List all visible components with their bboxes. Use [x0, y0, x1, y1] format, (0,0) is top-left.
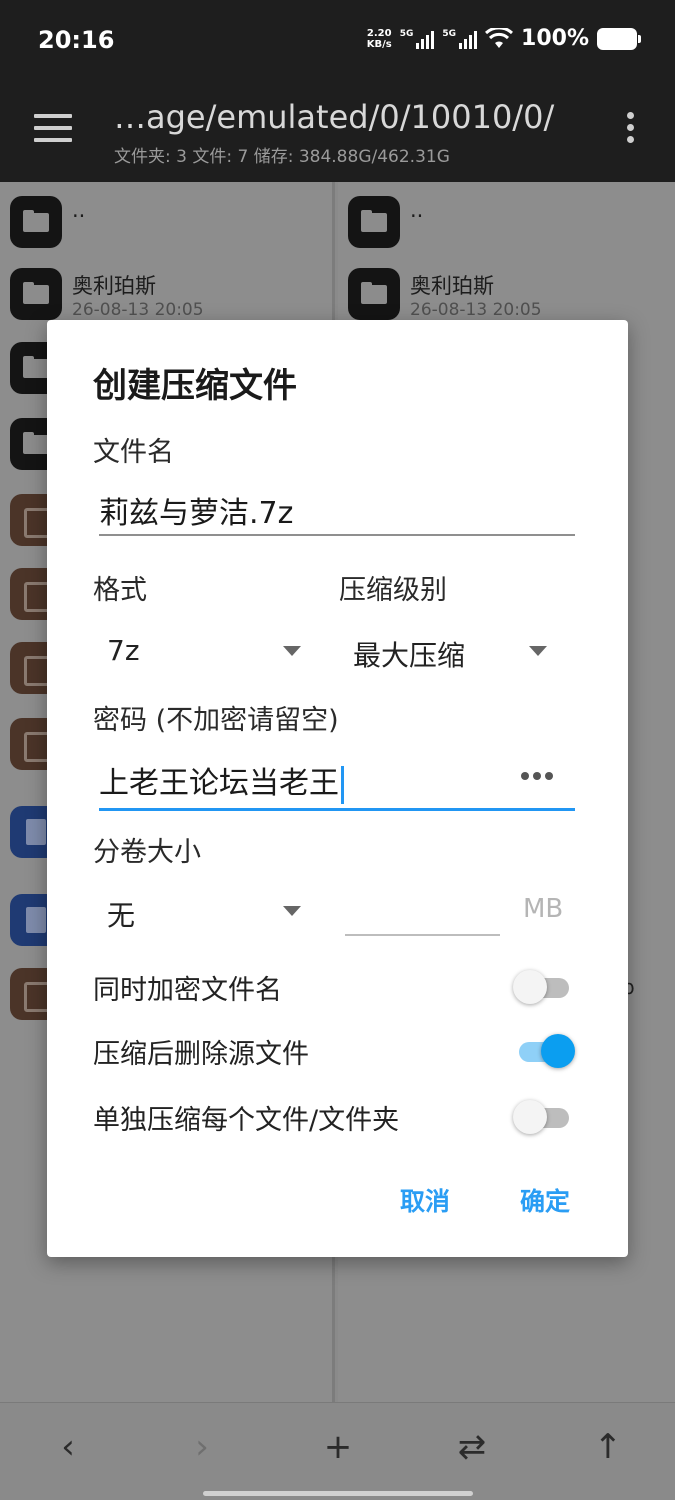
forward-icon[interactable]: › [172, 1427, 232, 1467]
status-bar: 20:16 2.20 KB/s 5G 5G 100% [0, 0, 675, 84]
folder-icon [10, 268, 62, 320]
password-field[interactable]: 上老王论坛当老王 [99, 758, 344, 804]
dialog-title: 创建压缩文件 [93, 366, 297, 406]
app-bar: …age/emulated/0/10010/0/ 文件夹: 3 文件: 7 储存… [0, 84, 675, 182]
status-icons: 2.20 KB/s 5G 5G 100% [366, 26, 641, 51]
folder-icon [348, 196, 400, 248]
password-underline [99, 808, 575, 811]
volume-unit: MB [523, 894, 564, 924]
level-label: 压缩级别 [339, 575, 447, 606]
compress-separately-row[interactable]: 单独压缩每个文件/文件夹 [93, 1092, 583, 1142]
create-archive-dialog: 创建压缩文件 文件名 莉兹与萝洁.7z 格式 压缩级别 7z 最大压缩 密码 (… [47, 320, 628, 1257]
compress-separately-switch[interactable] [513, 1100, 575, 1134]
delete-source-switch[interactable] [513, 1034, 575, 1068]
folder-icon [10, 196, 62, 248]
swap-icon[interactable]: ⇄ [442, 1427, 502, 1467]
list-item[interactable]: .. [348, 196, 648, 256]
password-label: 密码 (不加密请留空) [93, 705, 339, 736]
current-path: …age/emulated/0/10010/0/ [114, 98, 555, 136]
back-icon[interactable]: ‹ [38, 1427, 98, 1467]
folder-icon [348, 268, 400, 320]
filename-underline [99, 534, 575, 536]
level-select[interactable]: 最大压缩 [353, 634, 465, 674]
hamburger-menu-icon[interactable] [34, 114, 72, 144]
ok-button[interactable]: 确定 [520, 1182, 570, 1218]
volume-dropdown-icon[interactable] [283, 906, 301, 916]
format-dropdown-icon[interactable] [283, 646, 301, 656]
format-select[interactable]: 7z [107, 634, 140, 667]
volume-select[interactable]: 无 [107, 894, 135, 934]
bottom-nav: ‹ › + ⇄ ↑ [0, 1402, 675, 1500]
filename-field[interactable]: 莉兹与萝洁.7z [99, 488, 293, 532]
list-item[interactable]: 奥利珀斯 26-08-13 20:05 [348, 268, 648, 328]
up-icon[interactable]: ↑ [578, 1427, 638, 1467]
volume-size-field[interactable] [345, 934, 500, 936]
format-label: 格式 [93, 575, 147, 606]
add-icon[interactable]: + [308, 1427, 368, 1467]
level-dropdown-icon[interactable] [529, 646, 547, 656]
encrypt-filenames-switch[interactable] [513, 970, 575, 1004]
more-vertical-icon[interactable] [627, 112, 635, 148]
password-visibility-icon[interactable] [521, 772, 553, 780]
home-indicator[interactable] [203, 1491, 473, 1496]
signal-sim2-icon: 5G [442, 29, 478, 49]
cancel-button[interactable]: 取消 [400, 1182, 450, 1218]
net-speed: 2.20 KB/s [366, 27, 392, 50]
list-item[interactable]: 奥利珀斯 26-08-13 20:05 [10, 268, 310, 328]
volume-label: 分卷大小 [93, 837, 201, 868]
wifi-icon [485, 27, 514, 48]
filename-label: 文件名 [93, 437, 174, 468]
delete-source-row[interactable]: 压缩后删除源文件 [93, 1026, 583, 1076]
storage-info: 文件夹: 3 文件: 7 储存: 384.88G/462.31G [114, 147, 450, 167]
signal-sim1-icon: 5G [400, 29, 435, 49]
battery-percent: 100% [521, 26, 589, 51]
battery-icon [597, 27, 641, 50]
clock: 20:16 [38, 26, 115, 54]
text-cursor [341, 765, 344, 804]
list-item[interactable]: .. [10, 196, 310, 256]
encrypt-filenames-row[interactable]: 同时加密文件名 [93, 962, 583, 1012]
